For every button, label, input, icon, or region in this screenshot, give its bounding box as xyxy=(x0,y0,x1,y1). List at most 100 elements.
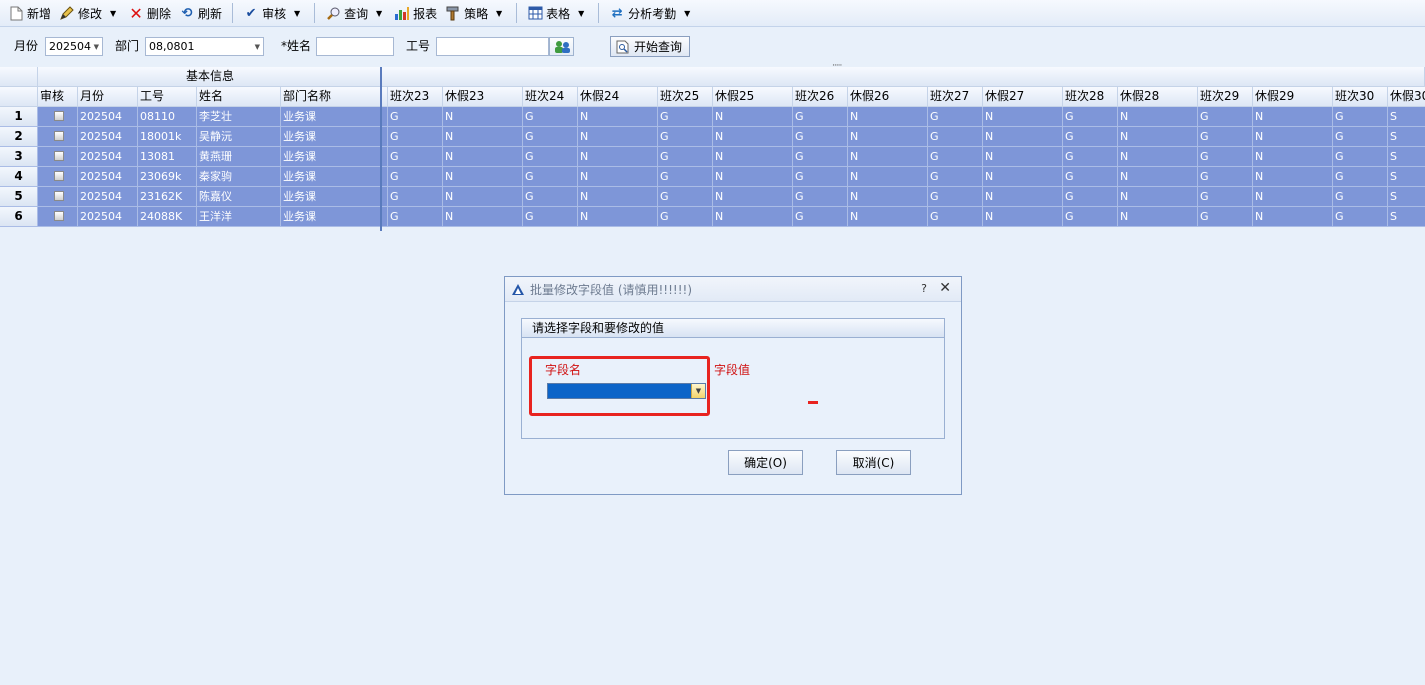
schedule-cell[interactable]: N xyxy=(578,147,658,167)
name-cell[interactable]: 吴静沅 xyxy=(197,127,281,147)
schedule-cell[interactable]: G xyxy=(388,147,443,167)
schedule-cell[interactable]: G xyxy=(1198,167,1253,187)
gap-cell[interactable] xyxy=(381,107,388,127)
schedule-cell[interactable]: N xyxy=(443,127,523,147)
approve-button[interactable]: ✔ 审核 xyxy=(239,2,290,24)
row-number[interactable]: 2 xyxy=(0,127,38,147)
lookup-button[interactable] xyxy=(549,37,574,56)
schedule-cell[interactable]: G xyxy=(928,207,983,227)
schedule-cell[interactable]: N xyxy=(1253,147,1333,167)
column-header[interactable]: 工号 xyxy=(138,87,197,107)
schedule-cell[interactable]: G xyxy=(1333,187,1388,207)
schedule-cell[interactable]: N xyxy=(713,147,793,167)
name-cell[interactable]: 李芝壮 xyxy=(197,107,281,127)
schedule-cell[interactable]: G xyxy=(1333,207,1388,227)
column-header[interactable]: 月份 xyxy=(78,87,138,107)
refresh-button[interactable]: ⟲ 刷新 xyxy=(175,2,226,24)
empno-cell[interactable]: 08110 xyxy=(138,107,197,127)
cancel-button[interactable]: 取消(C) xyxy=(836,450,911,475)
column-header[interactable]: 班次26 xyxy=(793,87,848,107)
table-row[interactable]: 5 202504 23162K 陈嘉仪 业务课 G N G N G N G N G N G N G N G S xyxy=(0,187,1425,207)
schedule-cell[interactable]: G xyxy=(1198,147,1253,167)
schedule-cell[interactable]: G xyxy=(388,207,443,227)
empno-input[interactable] xyxy=(436,37,549,56)
strategy-button[interactable]: 策略 xyxy=(441,2,492,24)
schedule-cell[interactable]: G xyxy=(658,127,713,147)
schedule-cell[interactable]: G xyxy=(1198,127,1253,147)
schedule-cell[interactable]: G xyxy=(793,187,848,207)
schedule-cell[interactable]: G xyxy=(793,147,848,167)
schedule-cell[interactable]: N xyxy=(443,187,523,207)
table-row[interactable]: 2 202504 18001k 吴静沅 业务课 G N G N G N G N G N G N G N G S xyxy=(0,127,1425,147)
column-header[interactable]: 班次29 xyxy=(1198,87,1253,107)
month-cell[interactable]: 202504 xyxy=(78,167,138,187)
dept-cell[interactable]: 业务课 xyxy=(281,127,381,147)
schedule-cell[interactable]: N xyxy=(713,207,793,227)
approve-checkbox[interactable] xyxy=(53,171,64,181)
schedule-cell[interactable]: G xyxy=(658,167,713,187)
schedule-cell[interactable]: G xyxy=(523,167,578,187)
schedule-cell[interactable]: N xyxy=(1118,147,1198,167)
dept-cell[interactable]: 业务课 xyxy=(281,167,381,187)
column-header[interactable]: 班次28 xyxy=(1063,87,1118,107)
column-header[interactable]: 班次27 xyxy=(928,87,983,107)
schedule-cell[interactable]: N xyxy=(1118,127,1198,147)
column-header[interactable]: 班次30 xyxy=(1333,87,1388,107)
month-cell[interactable]: 202504 xyxy=(78,207,138,227)
schedule-cell[interactable]: G xyxy=(1333,147,1388,167)
name-cell[interactable]: 王洋洋 xyxy=(197,207,281,227)
month-cell[interactable]: 202504 xyxy=(78,107,138,127)
schedule-cell[interactable]: G xyxy=(793,107,848,127)
schedule-cell[interactable]: N xyxy=(1118,187,1198,207)
schedule-cell[interactable]: G xyxy=(523,187,578,207)
delete-button[interactable]: ✕ 删除 xyxy=(124,2,175,24)
approve-cell[interactable] xyxy=(38,207,78,227)
schedule-cell[interactable]: G xyxy=(928,167,983,187)
schedule-cell[interactable]: N xyxy=(983,187,1063,207)
schedule-cell[interactable]: N xyxy=(848,187,928,207)
schedule-cell[interactable]: N xyxy=(578,167,658,187)
approve-checkbox[interactable] xyxy=(53,151,64,161)
table-row[interactable]: 1 202504 08110 李芝壮 业务课 G N G N G N G N G N G N G N G S xyxy=(0,107,1425,127)
schedule-cell[interactable]: S xyxy=(1388,147,1425,167)
schedule-cell[interactable]: G xyxy=(928,107,983,127)
schedule-cell[interactable]: N xyxy=(1253,107,1333,127)
dept-cell[interactable]: 业务课 xyxy=(281,207,381,227)
column-header[interactable]: 审核 xyxy=(38,87,78,107)
schedule-cell[interactable]: N xyxy=(443,147,523,167)
approve-checkbox[interactable] xyxy=(53,111,64,121)
table-dropdown-icon[interactable]: ▼ xyxy=(574,9,588,18)
schedule-cell[interactable]: G xyxy=(793,127,848,147)
analyze-dropdown-icon[interactable]: ▼ xyxy=(680,9,694,18)
name-input[interactable] xyxy=(316,37,394,56)
column-header[interactable]: 休假27 xyxy=(983,87,1063,107)
approve-checkbox[interactable] xyxy=(53,191,64,201)
schedule-cell[interactable]: N xyxy=(713,187,793,207)
row-number[interactable]: 1 xyxy=(0,107,38,127)
help-icon[interactable]: ? xyxy=(921,282,927,295)
schedule-cell[interactable]: S xyxy=(1388,127,1425,147)
schedule-cell[interactable]: G xyxy=(1063,207,1118,227)
edit-dropdown-icon[interactable]: ▼ xyxy=(106,9,120,18)
schedule-cell[interactable]: N xyxy=(1118,107,1198,127)
schedule-cell[interactable]: N xyxy=(578,207,658,227)
schedule-cell[interactable]: G xyxy=(658,207,713,227)
row-number[interactable]: 6 xyxy=(0,207,38,227)
column-header[interactable]: 休假24 xyxy=(578,87,658,107)
schedule-cell[interactable]: N xyxy=(983,147,1063,167)
approve-cell[interactable] xyxy=(38,107,78,127)
schedule-cell[interactable]: N xyxy=(1253,167,1333,187)
schedule-cell[interactable]: N xyxy=(983,167,1063,187)
schedule-cell[interactable]: N xyxy=(1253,187,1333,207)
approve-checkbox[interactable] xyxy=(53,211,64,221)
column-header[interactable]: 部门名称 xyxy=(281,87,381,107)
approve-cell[interactable] xyxy=(38,187,78,207)
approve-cell[interactable] xyxy=(38,147,78,167)
schedule-cell[interactable]: G xyxy=(1063,107,1118,127)
schedule-cell[interactable]: S xyxy=(1388,167,1425,187)
schedule-cell[interactable]: N xyxy=(983,207,1063,227)
schedule-cell[interactable]: G xyxy=(523,107,578,127)
schedule-cell[interactable]: N xyxy=(1253,207,1333,227)
column-header[interactable]: 班次23 xyxy=(388,87,443,107)
analyze-button[interactable]: ⇄ 分析考勤 xyxy=(605,2,680,24)
